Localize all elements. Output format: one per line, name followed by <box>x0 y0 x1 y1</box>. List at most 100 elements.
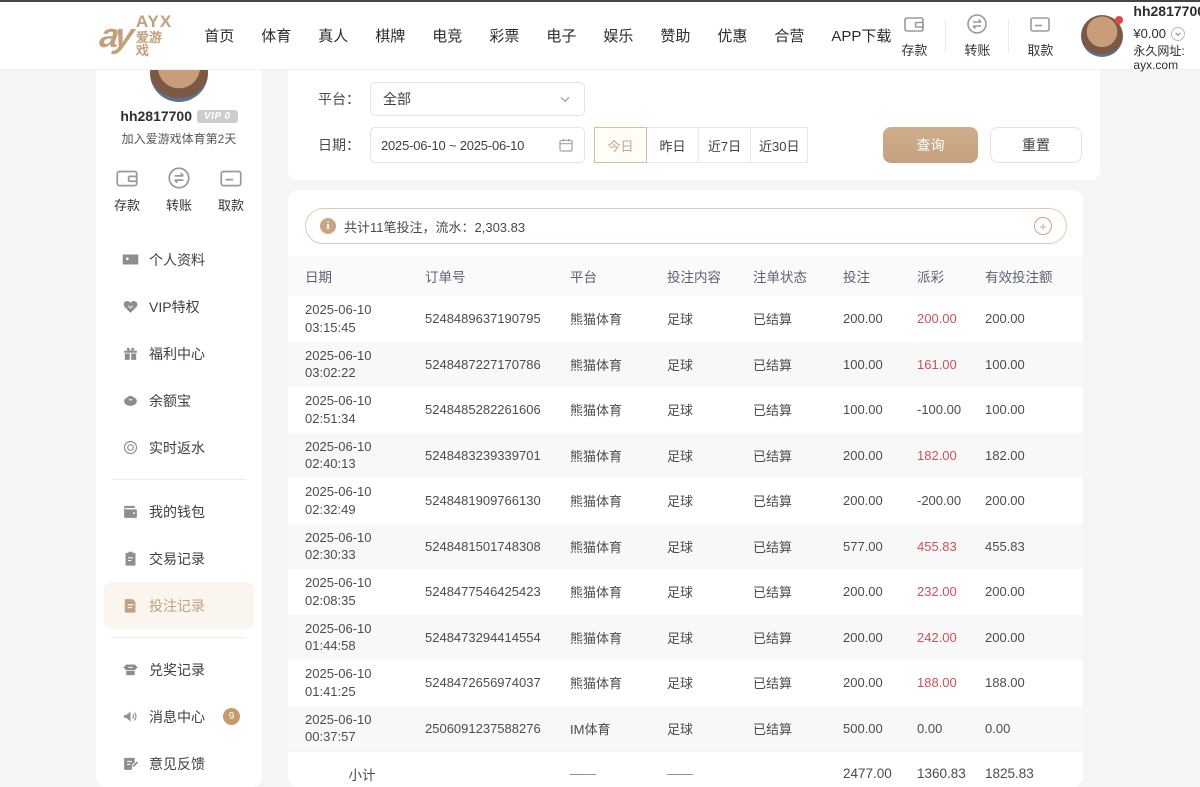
cell-payout: 200.00 <box>917 311 985 326</box>
nav-item-赞助[interactable]: 赞助 <box>660 25 690 46</box>
table-row: 2025-06-1000:37:572506091237588276IM体育足球… <box>288 706 1083 752</box>
date-range-input[interactable]: 2025-06-10 ~ 2025-06-10 <box>370 127 585 163</box>
cell-payout: 232.00 <box>917 584 985 599</box>
cell-platform: 熊猫体育 <box>570 309 667 328</box>
cell-platform: 熊猫体育 <box>570 673 667 692</box>
unread-count-badge: 9 <box>223 708 240 725</box>
sidebar-item-VIP特权[interactable]: VIP特权 <box>104 283 254 330</box>
nav-item-合营[interactable]: 合营 <box>774 25 804 46</box>
sidebar-item-label: 我的钱包 <box>149 502 205 522</box>
quick-action-取款[interactable]: 取款 <box>1017 12 1063 59</box>
quick-action-存款[interactable]: 存款 <box>101 165 153 214</box>
cell-order-number: 5248473294414554 <box>425 630 570 645</box>
brand-name-cn: 爱游戏 <box>136 31 172 58</box>
cell-valid-bet: 100.00 <box>985 357 1083 372</box>
sidebar-item-label: 个人资料 <box>149 250 205 270</box>
brand-name-en: AYX <box>136 13 172 31</box>
subtotal-bet: 2477.00 <box>843 766 917 781</box>
quick-action-取款[interactable]: 取款 <box>205 165 257 214</box>
cell-payout: 188.00 <box>917 675 985 690</box>
window-top-edge <box>0 0 1200 2</box>
sidebar-item-余额宝[interactable]: 余额宝 <box>104 377 254 424</box>
subtotal-payout: 1360.83 <box>917 766 985 781</box>
cell-bet-amount: 100.00 <box>843 357 917 372</box>
nav-item-APP下载[interactable]: APP下载 <box>831 25 891 46</box>
cell-status: 已结算 <box>753 400 843 419</box>
nav-item-电子[interactable]: 电子 <box>546 25 576 46</box>
platform-select[interactable]: 全部 <box>370 82 585 116</box>
nav-item-首页[interactable]: 首页 <box>204 25 234 46</box>
range-button-近30日[interactable]: 近30日 <box>750 127 808 163</box>
sidebar-item-意见反馈[interactable]: 意见反馈 <box>104 740 254 787</box>
cell-status: 已结算 <box>753 628 843 647</box>
sidebar-item-消息中心[interactable]: 消息中心 9 <box>104 693 254 740</box>
summary-banner: i 共计11笔投注，流水：2,303.83 + <box>305 208 1067 244</box>
cell-order-number: 5248481909766130 <box>425 493 570 508</box>
nav-item-娱乐[interactable]: 娱乐 <box>603 25 633 46</box>
date-label: 日期： <box>318 135 370 155</box>
nav-item-优惠[interactable]: 优惠 <box>717 25 747 46</box>
cell-payout: 161.00 <box>917 357 985 372</box>
sidebar-item-兑奖记录[interactable]: 兑奖记录 <box>104 646 254 693</box>
sidebar-item-label: VIP特权 <box>149 297 200 317</box>
cell-order-number: 5248472656974037 <box>425 675 570 690</box>
column-header-投注: 投注 <box>843 266 917 286</box>
nav-item-彩票[interactable]: 彩票 <box>489 25 519 46</box>
cell-date: 2025-06-1002:08:35 <box>305 574 425 609</box>
sidebar-item-实时返水[interactable]: 实时返水 <box>104 424 254 471</box>
sidebar-item-投注记录[interactable]: 投注记录 <box>104 582 254 629</box>
sidebar-item-label: 福利中心 <box>149 344 205 364</box>
brand-logo[interactable]: ay AYX 爱游戏 <box>100 13 172 58</box>
username: hh2817700 <box>1133 3 1200 20</box>
summary-text: 共计11笔投注，流水：2,303.83 <box>344 217 525 236</box>
range-button-近7日[interactable]: 近7日 <box>698 127 751 163</box>
nav-item-体育[interactable]: 体育 <box>261 25 291 46</box>
table-row: 2025-06-1001:44:585248473294414554熊猫体育足球… <box>288 615 1083 661</box>
nav-item-电竞[interactable]: 电竞 <box>432 25 462 46</box>
nav-item-棋牌[interactable]: 棋牌 <box>375 25 405 46</box>
quick-action-存款[interactable]: 存款 <box>891 12 937 59</box>
sidebar-vip-badge: VIP 0 <box>197 110 238 123</box>
date-range-presets: 今日昨日近7日近30日 <box>595 127 808 163</box>
column-header-注单状态: 注单状态 <box>753 266 843 286</box>
cell-order-number: 5248487227170786 <box>425 357 570 372</box>
wallet-icon <box>122 503 149 520</box>
sidebar-item-我的钱包[interactable]: 我的钱包 <box>104 488 254 535</box>
cell-date: 2025-06-1003:02:22 <box>305 347 425 382</box>
sidebar-item-交易记录[interactable]: 交易记录 <box>104 535 254 582</box>
cell-status: 已结算 <box>753 673 843 692</box>
cell-payout: 455.83 <box>917 539 985 554</box>
cell-payout: 0.00 <box>917 721 985 736</box>
platform-label: 平台： <box>318 89 370 109</box>
range-button-昨日[interactable]: 昨日 <box>646 127 699 163</box>
cell-platform: 熊猫体育 <box>570 537 667 556</box>
calendar-icon[interactable] <box>558 137 574 153</box>
cell-status: 已结算 <box>753 309 843 328</box>
rebate-icon <box>122 439 149 456</box>
quick-action-转账[interactable]: 转账 <box>153 165 205 214</box>
sidebar-item-福利中心[interactable]: 福利中心 <box>104 330 254 377</box>
query-button[interactable]: 查询 <box>883 127 978 163</box>
vip-heart-icon <box>122 298 149 315</box>
sidebar-item-个人资料[interactable]: 个人资料 <box>104 236 254 283</box>
cell-bet-content: 足球 <box>667 582 753 601</box>
quick-action-label: 取款 <box>218 195 244 214</box>
cell-valid-bet: 182.00 <box>985 448 1083 463</box>
quick-action-label: 存款 <box>114 195 140 214</box>
date-range-value: 2025-06-10 ~ 2025-06-10 <box>381 138 524 153</box>
balance-refresh-icon[interactable] <box>1171 27 1185 41</box>
user-avatar[interactable] <box>1081 15 1123 57</box>
expand-icon[interactable]: + <box>1034 217 1052 235</box>
reset-button[interactable]: 重置 <box>990 127 1082 163</box>
withdraw-icon <box>218 165 244 191</box>
cell-status: 已结算 <box>753 446 843 465</box>
nav-item-真人[interactable]: 真人 <box>318 25 348 46</box>
range-button-今日[interactable]: 今日 <box>594 127 647 163</box>
quick-action-转账[interactable]: 转账 <box>954 12 1000 59</box>
cell-bet-content: 足球 <box>667 400 753 419</box>
sidebar-item-label: 交易记录 <box>149 549 205 569</box>
sidebar-item-label: 消息中心 <box>149 707 205 727</box>
transfer-icon <box>965 12 989 36</box>
platform-selected-value: 全部 <box>383 89 411 109</box>
cell-status: 已结算 <box>753 719 843 738</box>
